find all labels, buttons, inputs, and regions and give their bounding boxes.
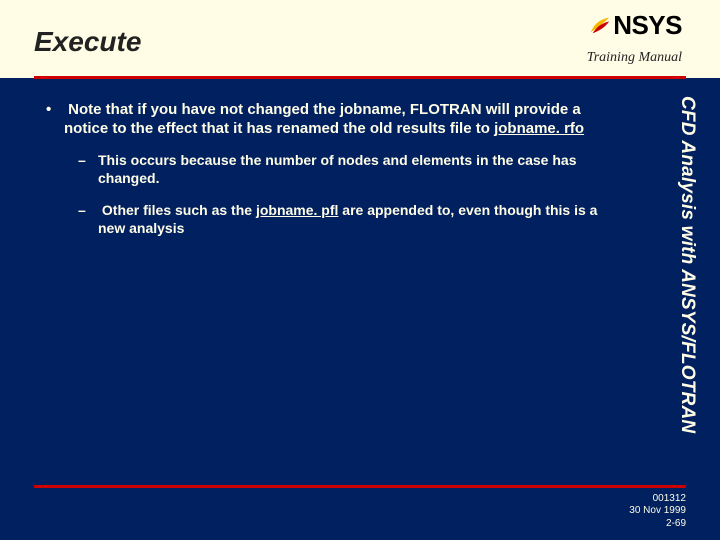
sub-text: Other files such as the: [102, 202, 256, 218]
training-manual-label: Training Manual: [587, 50, 682, 66]
side-text: CFD Analysis with ANSYS/FLOTRAN: [676, 96, 698, 476]
sub-item: Other files such as the jobname. pfl are…: [98, 202, 620, 238]
sub-item: This occurs because the number of nodes …: [98, 152, 620, 188]
side-text-container: CFD Analysis with ANSYS/FLOTRAN: [670, 96, 698, 476]
sub-list: This occurs because the number of nodes …: [64, 152, 620, 238]
logo-name: NSYS: [613, 10, 682, 41]
logo-swoosh-icon: [589, 14, 611, 36]
header: Execute NSYS Training Manual: [0, 0, 720, 78]
content: Note that if you have not changed the jo…: [46, 100, 620, 252]
footer: 001312 30 Nov 1999 2-69: [629, 493, 686, 531]
bullet-list: Note that if you have not changed the jo…: [46, 100, 620, 238]
slide: Execute NSYS Training Manual Note that i…: [0, 0, 720, 540]
footer-page: 2-69: [629, 518, 686, 531]
page-title: Execute: [34, 26, 141, 58]
bullet-text-underlined: jobname. rfo: [494, 120, 584, 137]
bullet-item: Note that if you have not changed the jo…: [64, 100, 620, 238]
logo: NSYS: [589, 10, 682, 41]
bottom-rule: [34, 485, 686, 488]
footer-code: 001312: [629, 493, 686, 506]
top-rule: [34, 76, 686, 79]
footer-date: 30 Nov 1999: [629, 505, 686, 518]
sub-text: This occurs because the number of nodes …: [98, 152, 576, 186]
logo-text: NSYS: [589, 10, 682, 41]
sub-text-underlined: jobname. pfl: [256, 202, 338, 218]
